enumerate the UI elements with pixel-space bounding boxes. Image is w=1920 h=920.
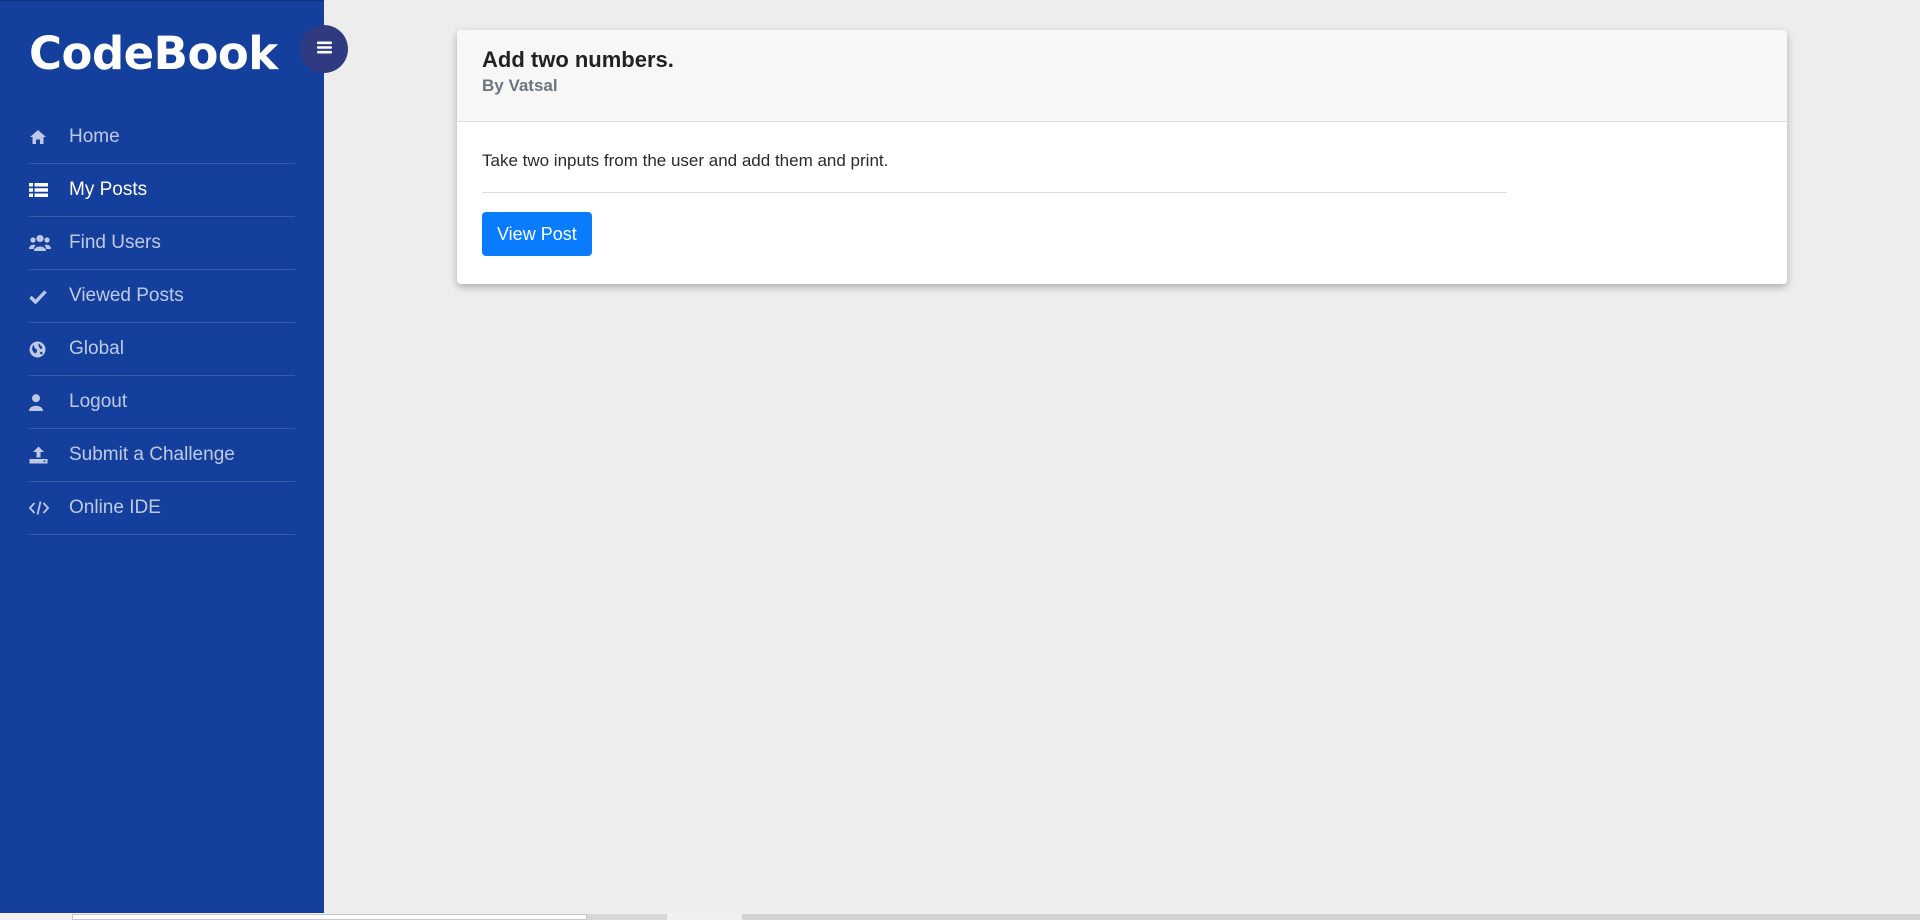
user-icon (29, 393, 69, 411)
sidebar-item-global[interactable]: Global (29, 323, 295, 376)
home-icon (29, 129, 69, 145)
scrollbar-thumb[interactable] (72, 914, 587, 920)
sidebar-item-label: Find Users (69, 232, 161, 253)
sidebar-item-my-posts[interactable]: My Posts (29, 164, 295, 217)
check-icon (29, 289, 69, 304)
sidebar-item-find-users[interactable]: Find Users (29, 217, 295, 270)
sidebar-item-label: Submit a Challenge (69, 444, 235, 465)
horizontal-scrollbar[interactable] (0, 913, 1920, 920)
sidebar-item-online-ide[interactable]: Online IDE (29, 482, 295, 535)
users-icon (29, 234, 69, 252)
view-post-button[interactable]: View Post (482, 212, 592, 256)
list-icon (29, 182, 69, 198)
sidebar-item-label: Viewed Posts (69, 285, 184, 306)
post-description: Take two inputs from the user and add th… (482, 151, 889, 170)
sidebar-item-submit-challenge[interactable]: Submit a Challenge (29, 429, 295, 482)
sidebar-item-label: Online IDE (69, 497, 161, 518)
code-icon (29, 500, 69, 516)
sidebar-item-label: Home (69, 126, 120, 147)
sidebar-item-label: Logout (69, 391, 128, 412)
sidebar-item-home[interactable]: Home (29, 111, 295, 164)
post-card-header: Add two numbers. By Vatsal (457, 30, 1787, 122)
sidebar: CodeBook Home My Posts Find Users Viewed… (0, 0, 324, 915)
brand-title: CodeBook (29, 27, 278, 80)
post-author: By Vatsal (482, 76, 558, 95)
sidebar-item-logout[interactable]: Logout (29, 376, 295, 429)
sidebar-nav: Home My Posts Find Users Viewed Posts Gl… (29, 111, 295, 535)
menu-icon (316, 41, 332, 57)
upload-icon (29, 446, 69, 464)
post-divider (482, 192, 1507, 193)
scrollbar-track[interactable] (742, 914, 1920, 920)
post-title: Add two numbers. (482, 47, 674, 72)
globe-icon (29, 341, 69, 358)
sidebar-item-label: My Posts (69, 179, 148, 200)
scrollbar-track-segment (587, 914, 667, 920)
sidebar-item-label: Global (69, 338, 124, 359)
app-root: CodeBook Home My Posts Find Users Viewed… (0, 0, 1920, 920)
sidebar-item-viewed-posts[interactable]: Viewed Posts (29, 270, 295, 323)
post-card-body: Take two inputs from the user and add th… (457, 122, 1787, 256)
sidebar-toggle-button[interactable] (300, 25, 348, 73)
post-card: Add two numbers. By Vatsal Take two inpu… (457, 30, 1787, 284)
